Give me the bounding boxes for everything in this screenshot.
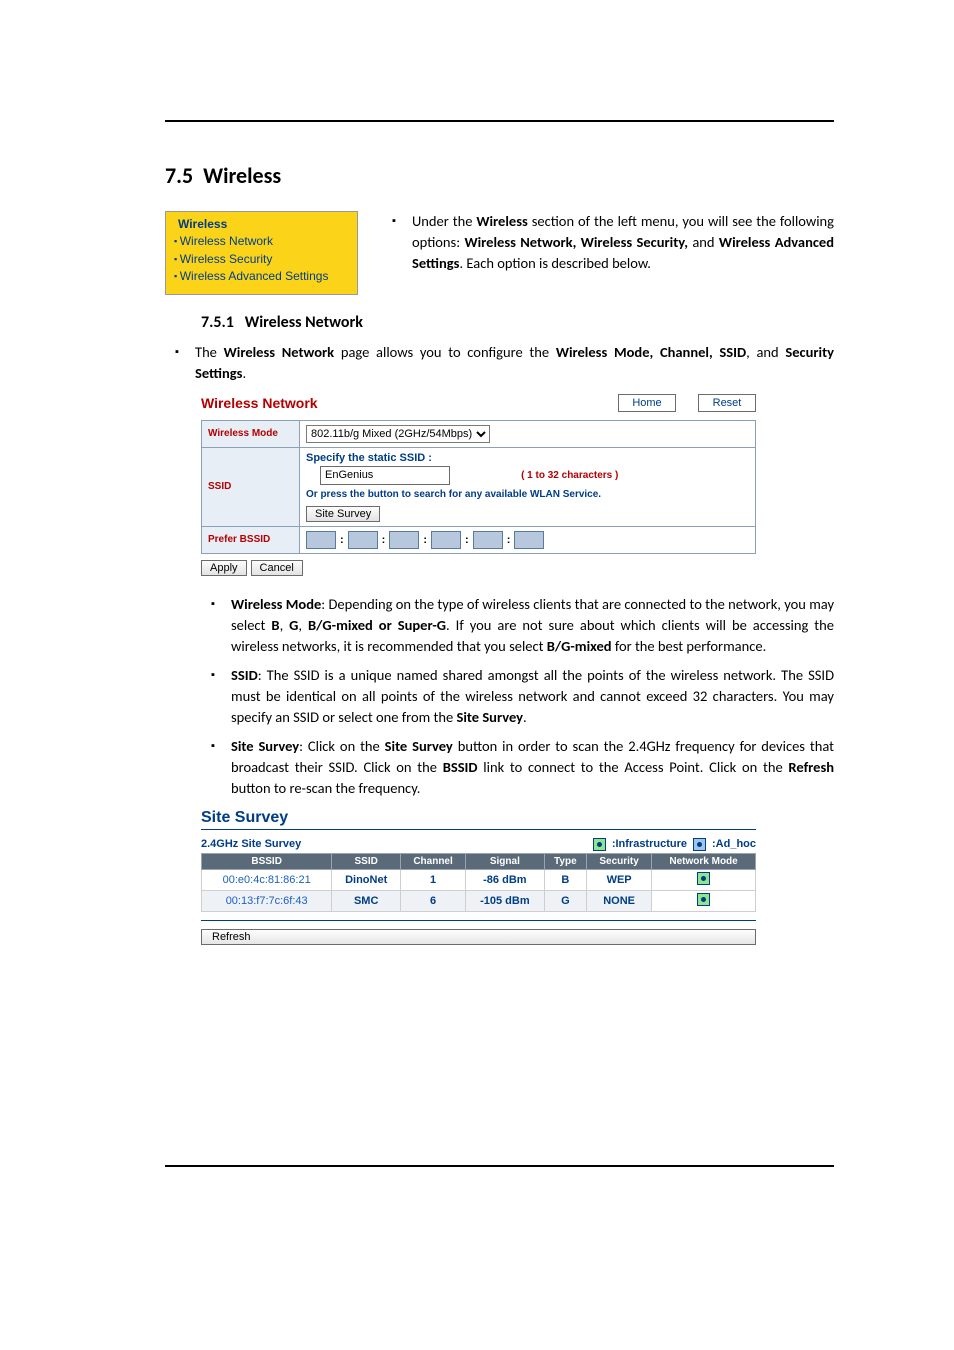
subsection-intro: The Wireless Network page allows you to … — [165, 342, 834, 384]
subsection-intro-list: The Wireless Network page allows you to … — [165, 342, 834, 384]
subsection-title: Wireless Network — [245, 313, 363, 332]
subsection-heading: 7.5.1 Wireless Network — [201, 313, 834, 332]
description-list: Wireless Mode: Depending on the type of … — [201, 594, 834, 799]
cell-type: B — [544, 869, 586, 890]
ssid-input[interactable] — [320, 466, 450, 485]
menu-title: Wireless — [174, 216, 349, 233]
wireless-mode-label: Wireless Mode — [202, 420, 300, 447]
infrastructure-icon — [697, 893, 710, 906]
th-type: Type — [544, 853, 586, 869]
menu-item-advanced[interactable]: Wireless Advanced Settings — [174, 268, 349, 285]
desc-wireless-mode: Wireless Mode: Depending on the type of … — [201, 594, 834, 657]
reset-button[interactable]: Reset — [698, 394, 756, 412]
prefer-bssid-inputs: : : : : : — [306, 531, 749, 549]
cell-security: WEP — [587, 869, 652, 890]
cell-network-mode — [652, 890, 756, 911]
legend-adhoc-icon — [693, 838, 706, 851]
bssid-octet-6[interactable] — [514, 531, 544, 549]
bssid-octet-4[interactable] — [431, 531, 461, 549]
table-row: 00:e0:4c:81:86:21 DinoNet 1 -86 dBm B WE… — [202, 869, 756, 890]
ssid-or-text: Or press the button to search for any av… — [306, 489, 749, 500]
cell-channel: 6 — [401, 890, 466, 911]
wireless-mode-select[interactable]: 802.11b/g Mixed (2GHz/54Mbps) — [306, 425, 490, 443]
cell-ssid: SMC — [332, 890, 401, 911]
apply-button[interactable]: Apply — [201, 560, 247, 576]
th-bssid: BSSID — [202, 853, 332, 869]
cell-channel: 1 — [401, 869, 466, 890]
th-security: Security — [587, 853, 652, 869]
cell-network-mode — [652, 869, 756, 890]
cell-signal: -105 dBm — [466, 890, 545, 911]
wireless-network-panel: Wireless Network Home Reset Wireless Mod… — [201, 394, 756, 576]
home-button[interactable]: Home — [618, 394, 676, 412]
bssid-octet-1[interactable] — [306, 531, 336, 549]
site-survey-subtitle: 2.4GHz Site Survey — [201, 838, 301, 850]
th-signal: Signal — [466, 853, 545, 869]
cell-security: NONE — [587, 890, 652, 911]
legend-infrastructure-icon — [593, 838, 606, 851]
prefer-bssid-label: Prefer BSSID — [202, 526, 300, 553]
cell-signal: -86 dBm — [466, 869, 545, 890]
bssid-octet-3[interactable] — [389, 531, 419, 549]
subsection-number: 7.5.1 — [201, 313, 234, 332]
desc-ssid: SSID: The SSID is a unique named shared … — [201, 665, 834, 728]
section-number: 7.5 — [165, 162, 193, 189]
site-survey-legend: :Infrastructure :Ad_hoc — [593, 838, 756, 851]
menu-item-security[interactable]: Wireless Security — [174, 251, 349, 268]
cell-bssid[interactable]: 00:e0:4c:81:86:21 — [202, 869, 332, 890]
ssid-specify-text: Specify the static SSID : — [306, 452, 749, 464]
site-survey-panel: Site Survey 2.4GHz Site Survey :Infrastr… — [201, 809, 756, 945]
cancel-button[interactable]: Cancel — [251, 560, 303, 576]
refresh-button[interactable]: Refresh — [201, 929, 756, 945]
cell-bssid[interactable]: 00:13:f7:7c:6f:43 — [202, 890, 332, 911]
site-survey-title: Site Survey — [201, 809, 756, 830]
bssid-octet-2[interactable] — [348, 531, 378, 549]
desc-site-survey: Site Survey: Click on the Site Survey bu… — [201, 736, 834, 799]
ssid-char-limit: ( 1 to 32 characters ) — [521, 470, 618, 481]
wireless-menu: Wireless Wireless Network Wireless Secur… — [165, 211, 358, 295]
section-title: Wireless — [203, 162, 281, 189]
th-channel: Channel — [401, 853, 466, 869]
ssid-label: SSID — [202, 447, 300, 526]
th-ssid: SSID — [332, 853, 401, 869]
site-survey-button[interactable]: Site Survey — [306, 506, 380, 522]
panel-title: Wireless Network — [201, 395, 318, 411]
site-survey-table: BSSID SSID Channel Signal Type Security … — [201, 853, 756, 912]
infrastructure-icon — [697, 872, 710, 885]
table-row: 00:13:f7:7c:6f:43 SMC 6 -105 dBm G NONE — [202, 890, 756, 911]
cell-ssid: DinoNet — [332, 869, 401, 890]
intro-paragraph: Under the Wireless section of the left m… — [382, 211, 834, 274]
section-heading: 7.5 Wireless — [165, 162, 834, 189]
menu-item-network[interactable]: Wireless Network — [174, 233, 349, 250]
cell-type: G — [544, 890, 586, 911]
th-network-mode: Network Mode — [652, 853, 756, 869]
bssid-octet-5[interactable] — [473, 531, 503, 549]
